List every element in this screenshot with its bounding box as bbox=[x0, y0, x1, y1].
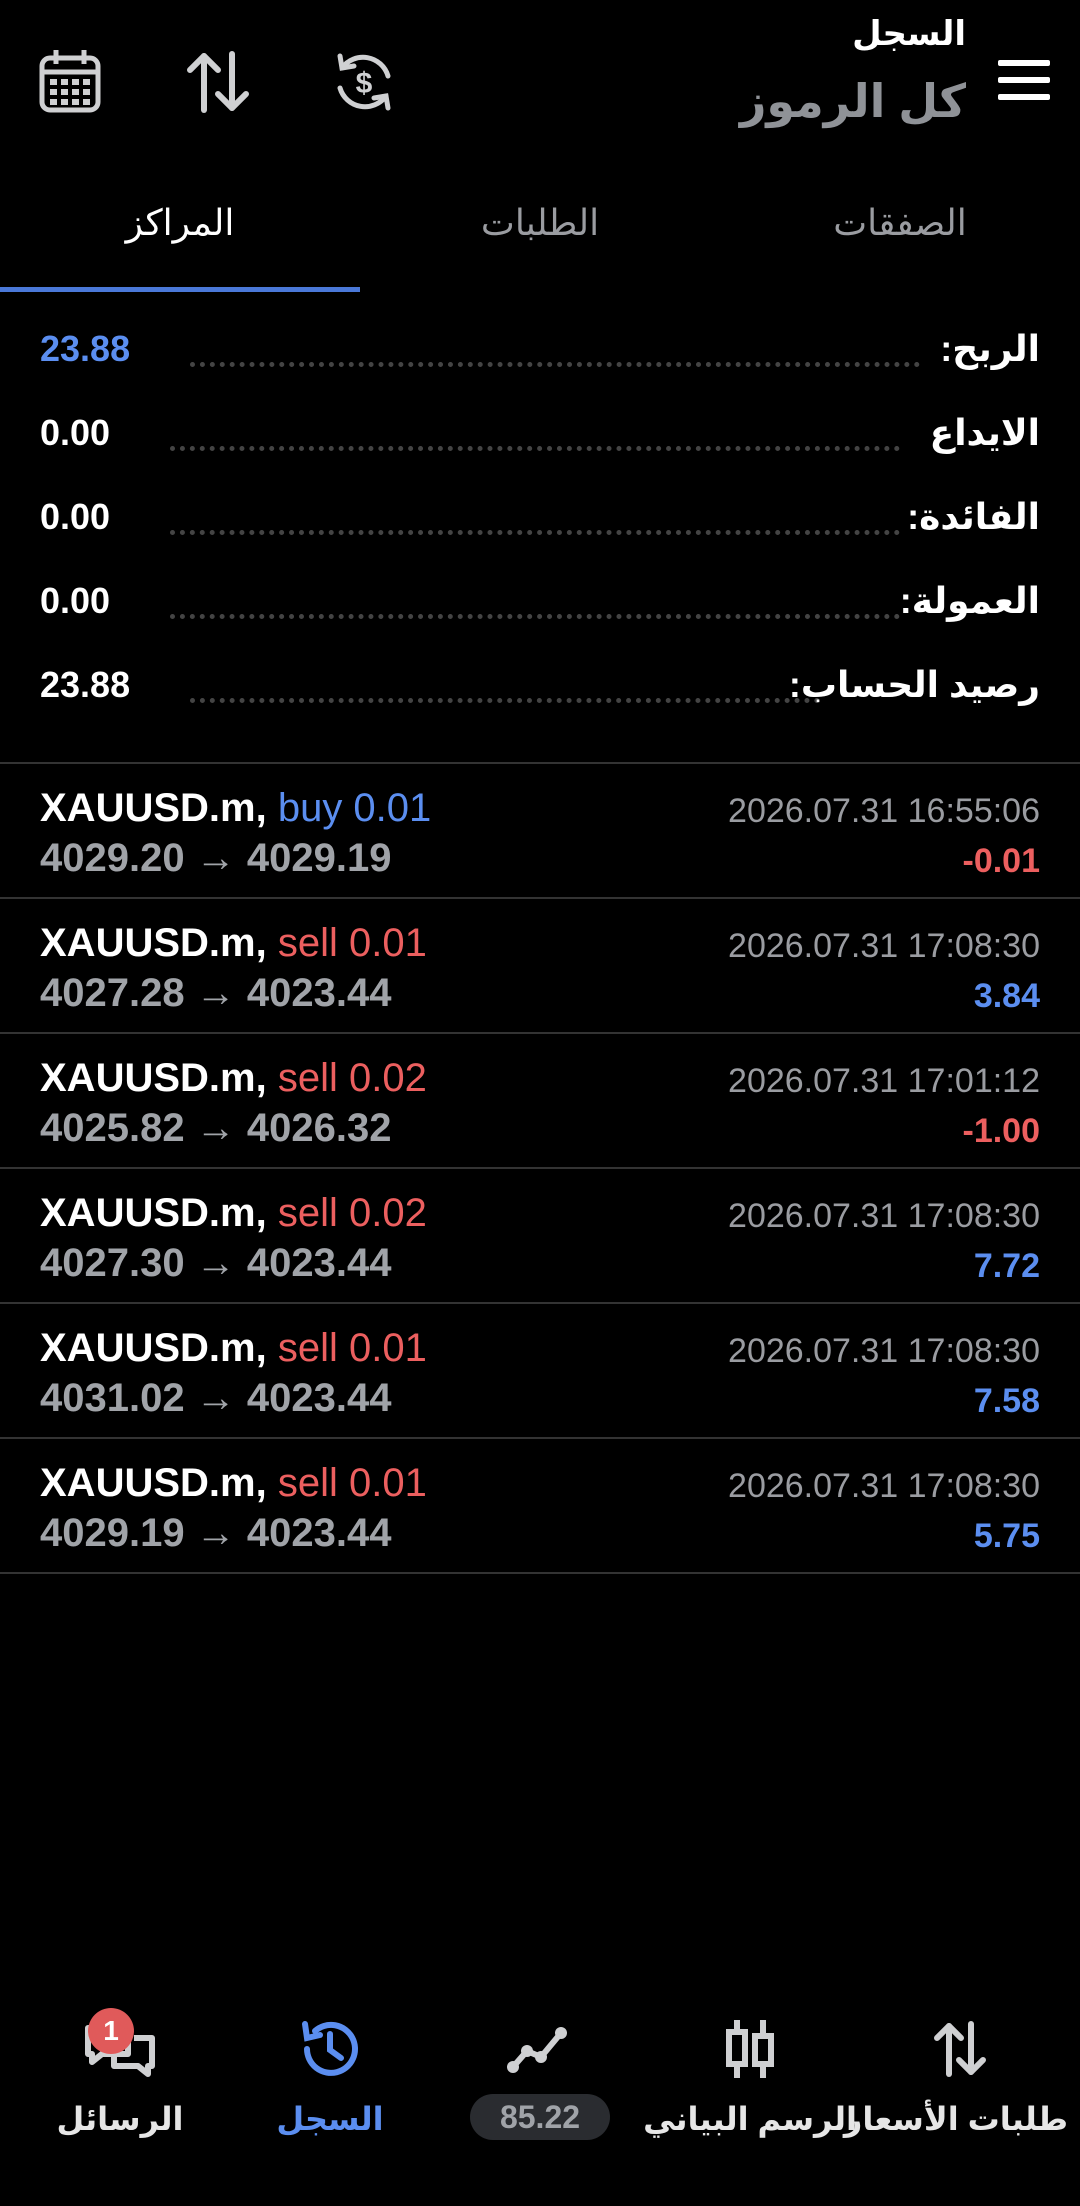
tab-deals[interactable]: الصفقات bbox=[720, 180, 1080, 292]
trade-time: 2026.07.31 17:08:30 bbox=[728, 927, 1040, 965]
trade-symbol: XAUUSD.m, bbox=[40, 1056, 267, 1100]
nav-chart[interactable]: الرسم البياني bbox=[642, 1990, 858, 2140]
open-price: 4027.28 bbox=[40, 971, 185, 1015]
history-icon bbox=[290, 2014, 370, 2084]
trade-symbol: XAUUSD.m, bbox=[40, 1326, 267, 1370]
nav-quotes[interactable]: طلبات الأسعار bbox=[843, 1990, 1068, 2140]
trade-profit: 5.75 bbox=[973, 1517, 1040, 1555]
page-title[interactable]: كل الرموز bbox=[740, 74, 966, 128]
history-screen: $ السجل كل الرموز الصفقات الطلبات المراك… bbox=[0, 0, 1080, 2206]
trade-time: 2026.07.31 17:08:30 bbox=[728, 1332, 1040, 1370]
summary-row-balance: 23.88 رصيد الحساب: bbox=[0, 656, 1080, 716]
currency-sync-icon[interactable]: $ bbox=[324, 42, 404, 122]
trade-side: sell 0.02 bbox=[277, 1056, 427, 1100]
dotted-leader bbox=[170, 440, 900, 451]
tab-bar: الصفقات الطلبات المراكز bbox=[0, 180, 1080, 292]
trade-symbol: XAUUSD.m, bbox=[40, 786, 267, 830]
divider bbox=[0, 1572, 1080, 1574]
deposit-value: 0.00 bbox=[40, 412, 111, 453]
svg-text:$: $ bbox=[356, 67, 373, 100]
arrow-icon: → bbox=[195, 836, 236, 880]
profit-label: الربح: bbox=[940, 328, 1040, 369]
close-price: 4029.19 bbox=[246, 836, 392, 880]
close-price: 4023.44 bbox=[246, 971, 392, 1015]
quotes-icon bbox=[920, 2014, 1000, 2084]
nav-messages[interactable]: 1 الرسائل bbox=[12, 1990, 228, 2140]
nav-history[interactable]: السجل bbox=[222, 1990, 438, 2140]
trade-profit: 7.72 bbox=[973, 1247, 1040, 1285]
close-price: 4023.44 bbox=[246, 1376, 392, 1420]
summary-row-profit: 23.88 الربح: bbox=[0, 320, 1080, 380]
interest-value: 0.00 bbox=[40, 496, 111, 537]
trade-row[interactable]: XAUUSD.m, sell 0.01 4031.02 → 4023.44 20… bbox=[0, 1304, 1080, 1438]
close-price: 4023.44 bbox=[246, 1511, 392, 1555]
trade-side: sell 0.01 bbox=[277, 1461, 427, 1505]
nav-label: الرسائل bbox=[56, 2101, 184, 2137]
open-price: 4025.82 bbox=[40, 1106, 185, 1150]
trade-side: buy 0.01 bbox=[277, 786, 432, 830]
trade-time: 2026.07.31 16:55:06 bbox=[728, 792, 1040, 830]
open-price: 4029.20 bbox=[40, 836, 185, 880]
arrow-icon: → bbox=[195, 1376, 236, 1420]
trade-icon bbox=[500, 2014, 580, 2084]
trade-profit: -0.01 bbox=[962, 842, 1041, 880]
trade-row[interactable]: XAUUSD.m, sell 0.02 4025.82 → 4026.32 20… bbox=[0, 1034, 1080, 1168]
interest-label: الفائدة: bbox=[907, 496, 1040, 537]
top-bar: $ السجل كل الرموز bbox=[0, 0, 1080, 160]
trade-row[interactable]: XAUUSD.m, sell 0.02 4027.30 → 4023.44 20… bbox=[0, 1169, 1080, 1303]
trade-symbol: XAUUSD.m, bbox=[40, 1191, 267, 1235]
open-price: 4027.30 bbox=[40, 1241, 185, 1285]
dotted-leader bbox=[190, 356, 920, 367]
trade-profit: 3.84 bbox=[973, 977, 1040, 1015]
dotted-leader bbox=[170, 608, 900, 619]
open-price: 4031.02 bbox=[40, 1376, 185, 1420]
menu-icon[interactable] bbox=[996, 52, 1052, 108]
trade-row[interactable]: XAUUSD.m, buy 0.01 4029.20 → 4029.19 202… bbox=[0, 764, 1080, 898]
deposit-label: الايداع bbox=[929, 412, 1040, 453]
trade-profit: -1.00 bbox=[962, 1112, 1041, 1150]
trade-time: 2026.07.31 17:08:30 bbox=[728, 1467, 1040, 1505]
arrow-icon: → bbox=[195, 1511, 236, 1555]
close-price: 4026.32 bbox=[246, 1106, 392, 1150]
profit-value: 23.88 bbox=[40, 328, 131, 369]
calendar-icon[interactable] bbox=[30, 42, 110, 122]
trade-side: sell 0.02 bbox=[277, 1191, 427, 1235]
tab-orders[interactable]: الطلبات bbox=[360, 180, 720, 292]
arrow-icon: → bbox=[195, 971, 236, 1015]
commission-value: 0.00 bbox=[40, 580, 111, 621]
trade-row[interactable]: XAUUSD.m, sell 0.01 4027.28 → 4023.44 20… bbox=[0, 899, 1080, 1033]
trade-side: sell 0.01 bbox=[277, 921, 427, 965]
bottom-navigation: 1 الرسائل السجل 85.22 الرسم البياني طلبا… bbox=[0, 1990, 1080, 2140]
equity-pill: 85.22 bbox=[470, 2094, 610, 2140]
open-price: 4029.19 bbox=[40, 1511, 185, 1555]
arrow-icon: → bbox=[195, 1241, 236, 1285]
nav-label: السجل bbox=[276, 2101, 384, 2137]
balance-value: 23.88 bbox=[40, 664, 131, 705]
trade-symbol: XAUUSD.m, bbox=[40, 921, 267, 965]
dotted-leader bbox=[170, 524, 900, 535]
page-subtitle: السجل bbox=[852, 15, 966, 53]
summary-row-deposit: 0.00 الايداع bbox=[0, 404, 1080, 464]
trade-symbol: XAUUSD.m, bbox=[40, 1461, 267, 1505]
tab-positions[interactable]: المراكز bbox=[0, 180, 360, 292]
trade-side: sell 0.01 bbox=[277, 1326, 427, 1370]
nav-label: طلبات الأسعار bbox=[843, 2101, 1068, 2137]
trade-time: 2026.07.31 17:08:30 bbox=[728, 1197, 1040, 1235]
balance-label: رصيد الحساب: bbox=[788, 664, 1040, 705]
summary-row-interest: 0.00 الفائدة: bbox=[0, 488, 1080, 548]
active-tab-indicator bbox=[0, 287, 360, 292]
sort-icon[interactable] bbox=[178, 42, 258, 122]
close-price: 4023.44 bbox=[246, 1241, 392, 1285]
candlestick-icon bbox=[710, 2014, 790, 2084]
nav-label: الرسم البياني bbox=[643, 2101, 857, 2137]
trade-time: 2026.07.31 17:01:12 bbox=[728, 1062, 1040, 1100]
dotted-leader bbox=[190, 692, 820, 703]
arrow-icon: → bbox=[195, 1106, 236, 1150]
trade-profit: 7.58 bbox=[973, 1382, 1040, 1420]
commission-label: العمولة: bbox=[899, 580, 1040, 621]
nav-trade[interactable]: 85.22 bbox=[432, 1990, 648, 2140]
trade-row[interactable]: XAUUSD.m, sell 0.01 4029.19 → 4023.44 20… bbox=[0, 1439, 1080, 1573]
unread-badge: 1 bbox=[88, 2008, 134, 2054]
summary-row-commission: 0.00 العمولة: bbox=[0, 572, 1080, 632]
